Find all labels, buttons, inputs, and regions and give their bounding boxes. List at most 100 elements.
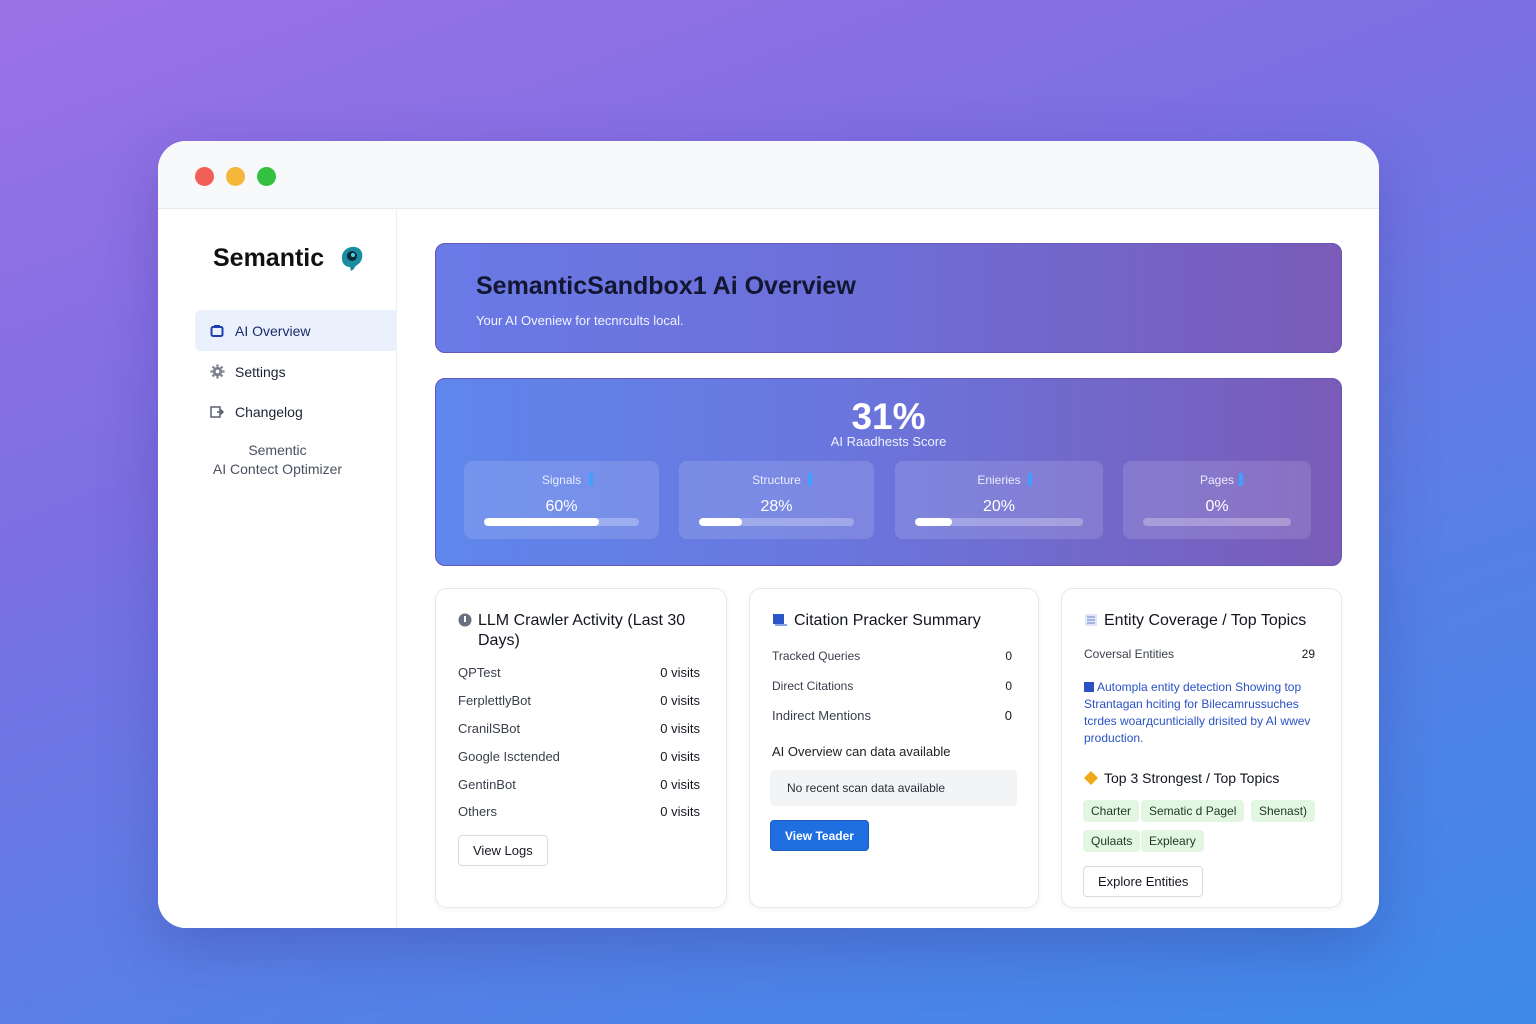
metric-value: 0% [1205, 498, 1229, 515]
readiness-score-panel: 31% AI Raadhests Score Signals 60% Struc… [435, 378, 1342, 566]
sidebar-footer: Sementic AI Contect Optimizer [158, 441, 397, 479]
overview-status-text: AI Overview can data available [772, 744, 951, 759]
metric-name: Structure [752, 473, 801, 487]
readiness-score-value: 31% [851, 396, 926, 437]
card-title-text: Citation Pracker Summary [794, 612, 981, 629]
metric-indicator-icon [1028, 473, 1032, 486]
sidebar-item-changelog[interactable]: Changelog [195, 391, 397, 432]
title-bar [158, 141, 1379, 209]
metric-progress-bar [484, 518, 639, 526]
stat-value: 0 [1005, 679, 1012, 693]
list-item: GentinBot 0 visits [458, 777, 700, 792]
crawler-activity-card: LLM Crawler Activity (Last 30 Days) QPTe… [435, 588, 727, 908]
changelog-icon [209, 404, 225, 420]
sidebar-item-label: Changelog [235, 403, 303, 420]
card-title-text: LLM Crawler Activity (Last 30 Days) [478, 612, 686, 649]
metric-indicator-icon [1239, 473, 1243, 486]
visit-count: 0 visits [660, 693, 700, 708]
entity-info: Automplа entity detection Showing top St… [1084, 679, 1321, 747]
sidebar-item-ai-overview[interactable]: AI Overview [195, 310, 397, 351]
metric-value: 20% [982, 498, 1016, 515]
overview-status: AI Overview can data available [772, 744, 1012, 759]
brand-logo-icon [342, 246, 363, 271]
entity-coverage-card: Entity Coverage / Top Topics Coversal En… [1061, 588, 1342, 908]
topic-tag[interactable]: Qulaats [1083, 830, 1141, 852]
metric-name: Enieries [977, 473, 1021, 487]
bot-name: GentinBot [458, 777, 516, 792]
sidebar-item-settings[interactable]: Settings [195, 351, 397, 392]
metric-card-pages: Pages 0% [1123, 461, 1311, 539]
app-window: Semantic AI Overview Settings Changelog [158, 141, 1379, 928]
metric-progress-fill [915, 518, 952, 526]
overview-header: SemanticSandbox1 Ai Overview Your AI Ove… [435, 243, 1342, 353]
document-icon [1084, 613, 1098, 633]
list-item: QPTest 0 visits [458, 665, 700, 680]
metric-progress-bar [915, 518, 1083, 526]
stat-value: 0 [1005, 649, 1012, 663]
sidebar-footer-line: Sementic [248, 442, 307, 458]
topic-tag[interactable]: Expleary [1141, 830, 1204, 852]
view-logs-button[interactable]: View Logs [458, 835, 548, 866]
metric-name: Pages [1199, 473, 1235, 487]
topic-tag[interactable]: Sematic d Pagel [1141, 800, 1245, 822]
metric-indicator-icon [808, 473, 812, 486]
card-title: Citation Pracker Summary [772, 611, 1018, 633]
list-item: Indirect Mentions 0 [772, 708, 1012, 723]
metric-card-structure: Structure 28% [679, 461, 874, 539]
list-item: Coversal Entities 29 [1084, 647, 1315, 661]
explore-entities-button[interactable]: Explore Entities [1083, 866, 1204, 897]
stat-label: Direct Citations [772, 679, 854, 693]
metric-value: 60% [545, 498, 578, 515]
bot-name: Others [458, 804, 498, 819]
card-title: Entity Coverage / Top Topics [1084, 611, 1321, 633]
list-item: CranilSBot 0 visits [458, 721, 700, 736]
metric-name: Signals [541, 473, 582, 487]
zoom-window-button[interactable] [257, 167, 276, 186]
metric-progress-fill [699, 518, 743, 526]
list-item: Tracked Queries 0 [772, 649, 1012, 663]
brand: Semantic [213, 243, 366, 273]
bot-name: CranilSBot [458, 721, 521, 736]
visit-count: 0 visits [660, 777, 700, 792]
visit-count: 0 visits [660, 804, 700, 819]
book-icon [772, 613, 788, 633]
visit-count: 0 visits [660, 721, 700, 736]
metric-progress-bar [1143, 518, 1291, 526]
readiness-score-label: AI Raadhests Score [830, 434, 947, 449]
topic-tag[interactable]: Charter [1083, 800, 1140, 822]
sidebar-item-label: Settings [235, 363, 286, 380]
visit-count: 0 visits [660, 749, 700, 764]
topic-tag[interactable]: Shenast) [1251, 800, 1316, 822]
stat-value: 29 [1301, 647, 1315, 661]
overview-icon [209, 323, 225, 339]
metric-card-entities: Enieries 20% [895, 461, 1103, 539]
scan-notice: No recent scan data available [770, 770, 1017, 806]
entity-info-text: Automplа entity detection Showing top St… [1084, 680, 1311, 745]
bot-name: QPTest [458, 665, 501, 680]
list-item: Google Isctended 0 visits [458, 749, 700, 764]
info-square-icon [1084, 682, 1094, 692]
stat-value: 0 [1004, 708, 1012, 723]
metric-card-signals: Signals 60% [464, 461, 659, 539]
stat-label: Tracked Queries [772, 649, 861, 663]
stat-label: Coversal Entities [1084, 647, 1175, 661]
close-window-button[interactable] [195, 167, 214, 186]
metric-indicator-icon [589, 473, 593, 486]
info-icon [458, 613, 472, 651]
bot-name: FerplettlyBot [458, 693, 531, 708]
minimize-window-button[interactable] [226, 167, 245, 186]
sidebar: Semantic AI Overview Settings Changelog [158, 210, 397, 928]
stat-label: Indirect Mentions [772, 708, 871, 723]
list-item: Others 0 visits [458, 804, 700, 819]
brand-name: Semantic [213, 243, 325, 272]
sidebar-item-label: AI Overview [235, 322, 311, 339]
metric-progress-bar [699, 518, 854, 526]
view-teader-button[interactable]: View Teader [770, 820, 869, 851]
main-content: SemanticSandbox1 Ai Overview Your AI Ove… [398, 210, 1379, 928]
bot-name: Google Isctended [458, 749, 560, 764]
gear-icon [209, 364, 225, 380]
card-title: LLM Crawler Activity (Last 30 Days) [458, 611, 706, 651]
visit-count: 0 visits [660, 665, 700, 680]
card-title-text: Entity Coverage / Top Topics [1104, 612, 1307, 629]
list-item: Direct Citations 0 [772, 679, 1012, 693]
